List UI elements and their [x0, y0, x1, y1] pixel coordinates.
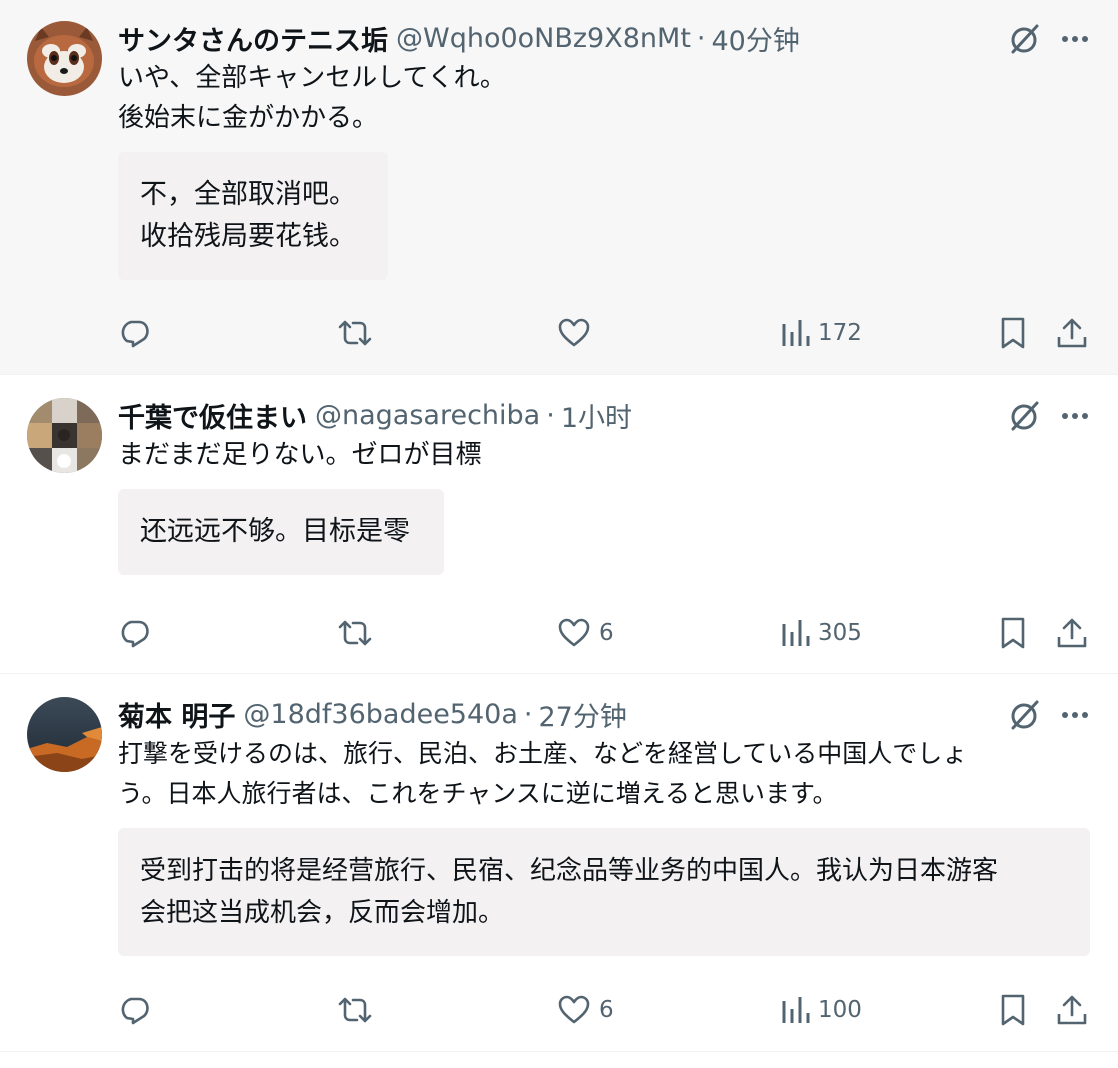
- views-button[interactable]: 172: [780, 313, 862, 353]
- user-handle[interactable]: @nagasarechiba: [315, 400, 540, 431]
- retweet-button[interactable]: [336, 313, 382, 353]
- timestamp[interactable]: 1小时: [561, 397, 632, 434]
- views-count: 100: [818, 997, 862, 1023]
- tweet-text: いや、全部キャンセルしてくれ。 後始末に金がかかる。: [118, 58, 1090, 138]
- tweet-header: 菊本 明子 @18df36badee540a · 27分钟: [118, 696, 1090, 733]
- like-count: 6: [599, 997, 614, 1023]
- avatar[interactable]: [27, 21, 102, 96]
- header-icons: [1008, 399, 1090, 433]
- bookmark-icon: [1001, 317, 1025, 349]
- views-bars-icon: [782, 620, 810, 646]
- user-handle[interactable]: @Wqho0oNBz9X8nMt: [396, 23, 691, 54]
- header-icons: [1008, 22, 1090, 56]
- translation-line: 会把这当成机会，反而会增加。: [140, 898, 505, 928]
- tweet[interactable]: サンタさんのテニス垢 @Wqho0oNBz9X8nMt · 40分钟 いや、全部…: [0, 0, 1118, 375]
- share-upload-icon: [1057, 995, 1087, 1025]
- animal-collage-avatar-image: [27, 398, 102, 473]
- heart-icon: [558, 618, 590, 647]
- reply-button[interactable]: [118, 990, 160, 1030]
- reply-button[interactable]: [118, 613, 160, 653]
- share-upload-icon: [1057, 618, 1087, 648]
- bookmark-icon: [1001, 617, 1025, 649]
- avatar[interactable]: [27, 398, 102, 473]
- action-bar: 172: [118, 313, 1090, 353]
- timestamp[interactable]: 40分钟: [712, 20, 800, 57]
- tweet-text-line: 打撃を受けるのは、旅行、民泊、お土産、などを経営している中国人でしょ: [118, 739, 968, 768]
- red-panda-avatar-image: [27, 21, 102, 96]
- tweet-text-line: う。日本人旅行者は、これをチャンスに逆に増えると思います。: [118, 779, 838, 808]
- like-button[interactable]: 6: [557, 613, 614, 653]
- reply-bubble-icon: [121, 620, 149, 648]
- separator-dot: ·: [696, 22, 706, 54]
- tweet-text-line: まだまだ足りない。ゼロが目標: [118, 440, 482, 470]
- translation-line: 收拾残局要花钱。: [140, 221, 356, 252]
- share-button[interactable]: [1055, 313, 1089, 353]
- share-button[interactable]: [1055, 990, 1089, 1030]
- tweet-header: 千葉で仮住まい @nagasarechiba · 1小时: [118, 397, 1090, 434]
- tweet-text-line: いや、全部キャンセルしてくれ。: [118, 63, 506, 93]
- retweet-button[interactable]: [336, 990, 382, 1030]
- bookmark-button[interactable]: [998, 613, 1028, 653]
- grok-slash-icon[interactable]: [1008, 22, 1042, 56]
- share-button[interactable]: [1055, 613, 1089, 653]
- header-icons: [1008, 698, 1090, 732]
- heart-icon: [558, 995, 590, 1024]
- heart-icon: [558, 318, 590, 347]
- views-bars-icon: [782, 997, 810, 1023]
- display-name[interactable]: 菊本 明子: [118, 696, 235, 733]
- translation-line: 还远远不够。目标是零: [140, 516, 410, 547]
- like-button[interactable]: [557, 313, 599, 353]
- tweet-text-line: 後始末に金がかかる。: [118, 103, 379, 133]
- more-dots-icon[interactable]: [1060, 401, 1090, 431]
- tweet-header: サンタさんのテニス垢 @Wqho0oNBz9X8nMt · 40分钟: [118, 20, 1090, 57]
- tweet[interactable]: 菊本 明子 @18df36badee540a · 27分钟 打撃を受けるのは、旅…: [0, 674, 1118, 1052]
- reply-bubble-icon: [121, 320, 149, 348]
- views-count: 172: [818, 320, 862, 346]
- separator-dot: ·: [523, 698, 533, 730]
- tweet-text: まだまだ足りない。ゼロが目標: [118, 435, 1090, 475]
- bookmark-button[interactable]: [998, 990, 1028, 1030]
- action-bar: 6 100: [118, 990, 1090, 1030]
- separator-dot: ·: [546, 399, 555, 431]
- translation-box: 不，全部取消吧。 收拾残局要花钱。: [118, 152, 388, 280]
- translation-line: 受到打击的将是经营旅行、民宿、纪念品等业务的中国人。我认为日本游客: [140, 856, 999, 886]
- views-button[interactable]: 100: [780, 990, 862, 1030]
- avatar[interactable]: [27, 697, 102, 772]
- retweet-arrows-icon: [338, 620, 372, 646]
- retweet-arrows-icon: [338, 997, 372, 1023]
- landscape-avatar-image: [27, 697, 102, 772]
- views-bars-icon: [782, 320, 810, 346]
- timestamp[interactable]: 27分钟: [538, 696, 626, 733]
- more-dots-icon[interactable]: [1060, 700, 1090, 730]
- bookmark-icon: [1001, 994, 1025, 1026]
- translation-box: 还远远不够。目标是零: [118, 489, 444, 575]
- retweet-arrows-icon: [338, 320, 372, 346]
- more-dots-icon[interactable]: [1060, 24, 1090, 54]
- display-name[interactable]: サンタさんのテニス垢: [118, 20, 388, 57]
- reply-bubble-icon: [121, 997, 149, 1025]
- reply-button[interactable]: [118, 313, 160, 353]
- tweet-text: 打撃を受けるのは、旅行、民泊、お土産、などを経営している中国人でしょ う。日本人…: [118, 734, 1090, 814]
- display-name[interactable]: 千葉で仮住まい: [118, 397, 307, 434]
- views-count: 305: [818, 620, 862, 646]
- bookmark-button[interactable]: [998, 313, 1028, 353]
- grok-slash-icon[interactable]: [1008, 698, 1042, 732]
- action-bar: 6 305: [118, 613, 1090, 653]
- like-count: 6: [599, 620, 614, 646]
- like-button[interactable]: 6: [557, 990, 614, 1030]
- retweet-button[interactable]: [336, 613, 382, 653]
- grok-slash-icon[interactable]: [1008, 399, 1042, 433]
- user-handle[interactable]: @18df36badee540a: [243, 699, 517, 730]
- translation-line: 不，全部取消吧。: [140, 179, 356, 210]
- share-upload-icon: [1057, 318, 1087, 348]
- translation-box: 受到打击的将是经营旅行、民宿、纪念品等业务的中国人。我认为日本游客 会把这当成机…: [118, 828, 1090, 956]
- views-button[interactable]: 305: [780, 613, 862, 653]
- tweet[interactable]: 千葉で仮住まい @nagasarechiba · 1小时 まだまだ足りない。ゼロ…: [0, 375, 1118, 674]
